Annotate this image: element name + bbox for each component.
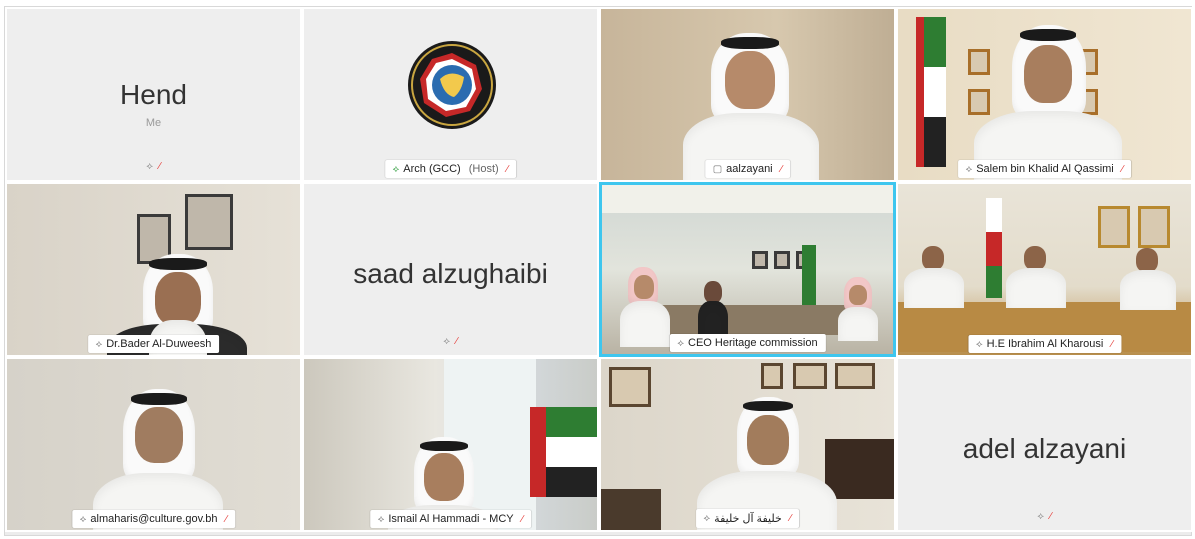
participant-name: CEO Heritage commission [688,337,818,349]
mic-off-icon: ∕ [225,513,228,525]
pin-icon[interactable]: ⟡ [443,336,450,347]
participant-name: Salem bin Khalid Al Qassimi [976,163,1114,175]
status-icons: ⟡ ∕ [898,511,1191,522]
participant-name: Ismail Al Hammadi - MCY [388,513,514,525]
participant-nametag: ▢ aalzayani ∕ [704,160,791,178]
participant-name: Hend [120,79,187,110]
mic-off-icon: ∕ [780,163,783,175]
host-label: (Host) [468,163,499,175]
status-icons: ⟡ ∕ [304,336,597,347]
mic-off-icon: ∕ [521,513,524,525]
participant-nametag: ⟡ Ismail Al Hammadi - MCY ∕ [369,510,532,528]
mic-off-icon: ∕ [789,513,792,524]
participant-name: almaharis@culture.gov.bh [90,513,218,525]
mic-off-icon: ∕ [1049,511,1052,522]
participant-nametag: ⟡ Arch (GCC) (Host) ∕ [384,160,517,178]
participant-name: adel alzayani [962,433,1127,464]
participant-nametag: ⟡ Dr.Bader Al-Duweesh [87,335,220,353]
participant-tile-saad[interactable]: saad alzughaibi ⟡ ∕ [302,182,599,357]
mic-off-icon: ∕ [1111,338,1114,350]
mic-off-icon: ∕ [455,336,458,347]
participant-tile-khalifa[interactable]: ⟡ خليفة آل خليفة ∕ [599,357,896,532]
participant-tile-hend[interactable]: Hend Me ⟡ ∕ [5,7,302,182]
pin-icon[interactable]: ⟡ [146,161,153,172]
participant-name: Arch (GCC) [403,163,461,175]
pin-icon[interactable]: ⟡ [393,164,400,175]
participant-name: saad alzughaibi [353,258,548,289]
mic-off-icon: ∕ [1121,163,1124,175]
pin-icon[interactable]: ⟡ [677,338,684,349]
participant-tile-aalzayani[interactable]: ▢ aalzayani ∕ [599,7,896,182]
participant-tile-arch-gcc[interactable]: ⟡ Arch (GCC) (Host) ∕ [302,7,599,182]
participant-nametag: ⟡ Salem bin Khalid Al Qassimi ∕ [957,160,1132,178]
video-grid: Hend Me ⟡ ∕ ⟡ Arch (GCC) (Host) ∕ ▢ aalz… [4,6,1193,536]
participant-tile-bader[interactable]: ⟡ Dr.Bader Al-Duweesh [5,182,302,357]
participant-tile-ceo-heritage[interactable]: ⟡ CEO Heritage commission [599,182,896,357]
gcc-logo-icon [408,41,496,129]
status-icons: ⟡ ∕ [7,161,300,172]
participant-tile-kharousi[interactable]: ⟡ H.E Ibrahim Al Kharousi ∕ [896,182,1193,357]
participant-name: aalzayani [726,163,773,175]
pin-icon[interactable]: ⟡ [1037,511,1044,522]
participant-nametag: ⟡ خليفة آل خليفة ∕ [695,509,800,528]
mic-off-icon: ∕ [506,163,509,175]
participant-tile-salem[interactable]: ⟡ Salem bin Khalid Al Qassimi ∕ [896,7,1193,182]
pin-icon[interactable]: ⟡ [80,514,87,525]
participant-name: خليفة آل خليفة [714,513,782,525]
pin-icon[interactable]: ⟡ [704,513,711,524]
participant-tile-adel[interactable]: adel alzayani ⟡ ∕ [896,357,1193,532]
participant-self-label: Me [145,117,162,129]
participant-name: Dr.Bader Al-Duweesh [106,338,212,350]
pin-icon[interactable]: ⟡ [96,339,103,350]
participant-nametag: ⟡ CEO Heritage commission [669,334,826,352]
participant-name: H.E Ibrahim Al Kharousi [986,338,1104,350]
pin-icon[interactable]: ⟡ [976,339,983,350]
screen-icon: ▢ [712,163,723,175]
participant-nametag: ⟡ H.E Ibrahim Al Kharousi ∕ [967,335,1122,353]
participant-tile-almaharis[interactable]: ⟡ almaharis@culture.gov.bh ∕ [5,357,302,532]
pin-icon[interactable]: ⟡ [378,514,385,525]
participant-nametag: ⟡ almaharis@culture.gov.bh ∕ [71,510,236,528]
mic-off-icon: ∕ [158,161,161,172]
participant-tile-ismail[interactable]: ⟡ Ismail Al Hammadi - MCY ∕ [302,357,599,532]
pin-icon[interactable]: ⟡ [966,164,973,175]
